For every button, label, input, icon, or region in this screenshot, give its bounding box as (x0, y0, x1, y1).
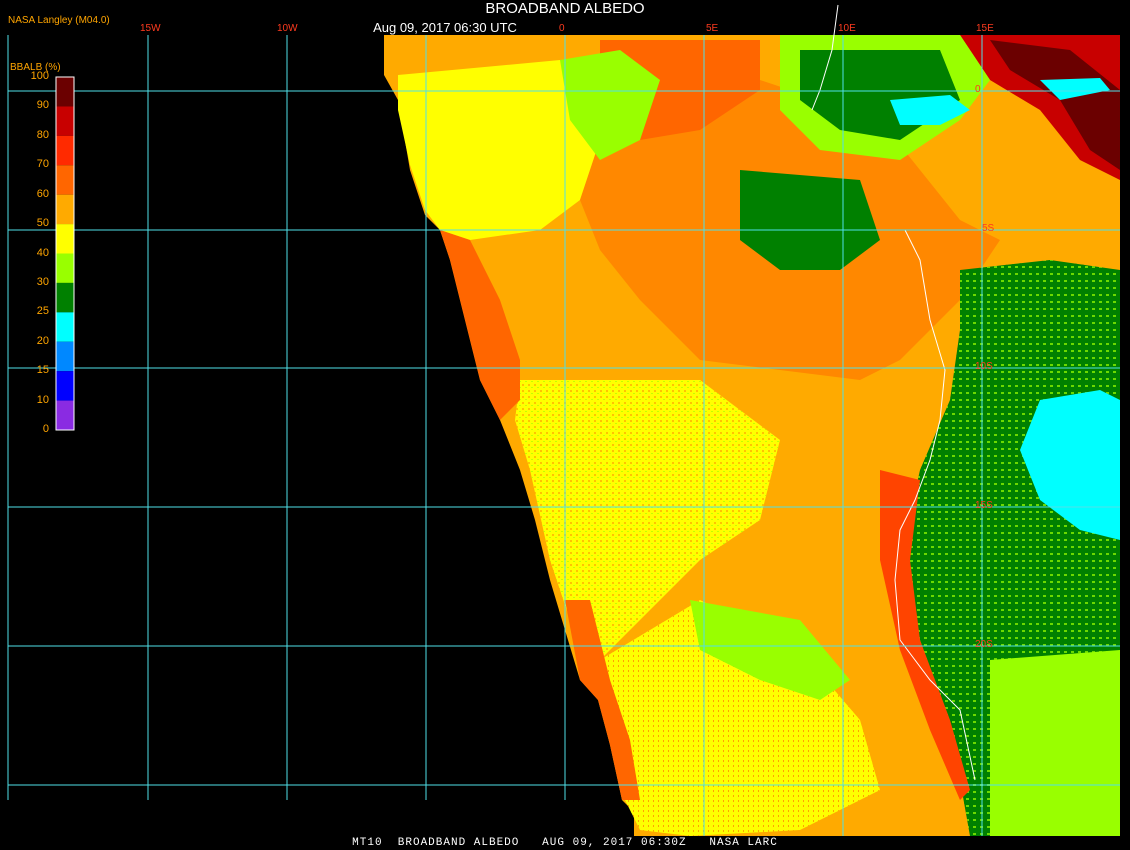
legend-swatch (56, 312, 74, 342)
green-south-east (990, 650, 1120, 836)
lat-label-15s: 15S (975, 500, 993, 511)
legend-tick-label: 80 (36, 128, 49, 141)
legend-swatch (56, 194, 74, 225)
legend-colorbar (55, 76, 75, 431)
lon-label-0: 0 (559, 23, 565, 34)
legend-swatch (56, 253, 74, 283)
lat-label-10s: 10S (975, 361, 993, 372)
legend-tick-label: 10 (36, 393, 49, 406)
legend-tick-label: 100 (30, 70, 49, 82)
lon-label-10w: 10W (277, 23, 298, 34)
lon-label-5e: 5E (706, 23, 719, 34)
legend-tick-label: 20 (36, 334, 49, 347)
albedo-map-page: BROADBAND ALBEDO Aug 09, 2017 06:30 UTC … (0, 0, 1130, 850)
legend-tick-label: 60 (36, 187, 49, 200)
legend-tick-label: 15 (36, 364, 49, 377)
credit-label: NASA Langley (M04.0) (8, 15, 110, 26)
legend-swatch (56, 371, 74, 401)
lat-label-20s: 20S (975, 639, 993, 650)
legend-swatch (56, 282, 74, 313)
legend-swatch (56, 165, 74, 195)
lat-label-5s: 5S (982, 223, 995, 234)
legend-swatch (56, 106, 74, 136)
legend-swatch (56, 341, 74, 372)
legend-swatch (56, 400, 74, 430)
legend-tick-label: 25 (36, 305, 49, 318)
legend-swatch (56, 77, 74, 107)
footer-caption: MT10 BROADBAND ALBEDO AUG 09, 2017 06:30… (352, 837, 778, 849)
legend-swatch (56, 224, 74, 254)
legend-tick-label: 40 (36, 246, 49, 259)
lon-label-15e: 15E (976, 23, 994, 34)
data-swath (384, 35, 1120, 836)
lat-label-0: 0 (975, 84, 981, 95)
legend-tick-label: 90 (36, 99, 49, 112)
map-title: BROADBAND ALBEDO (485, 0, 645, 17)
legend-tick-label: 30 (36, 275, 49, 288)
map-timestamp: Aug 09, 2017 06:30 UTC (373, 20, 517, 35)
legend-tick-label: 50 (36, 217, 49, 230)
albedo-map (7, 4, 1120, 836)
legend-tick-label: 70 (36, 158, 49, 171)
lon-label-15w: 15W (140, 23, 161, 34)
lon-label-10e: 10E (838, 23, 856, 34)
green-north-center-2 (740, 170, 880, 270)
legend-tick-label: 0 (42, 423, 49, 435)
legend-swatch (56, 135, 74, 166)
